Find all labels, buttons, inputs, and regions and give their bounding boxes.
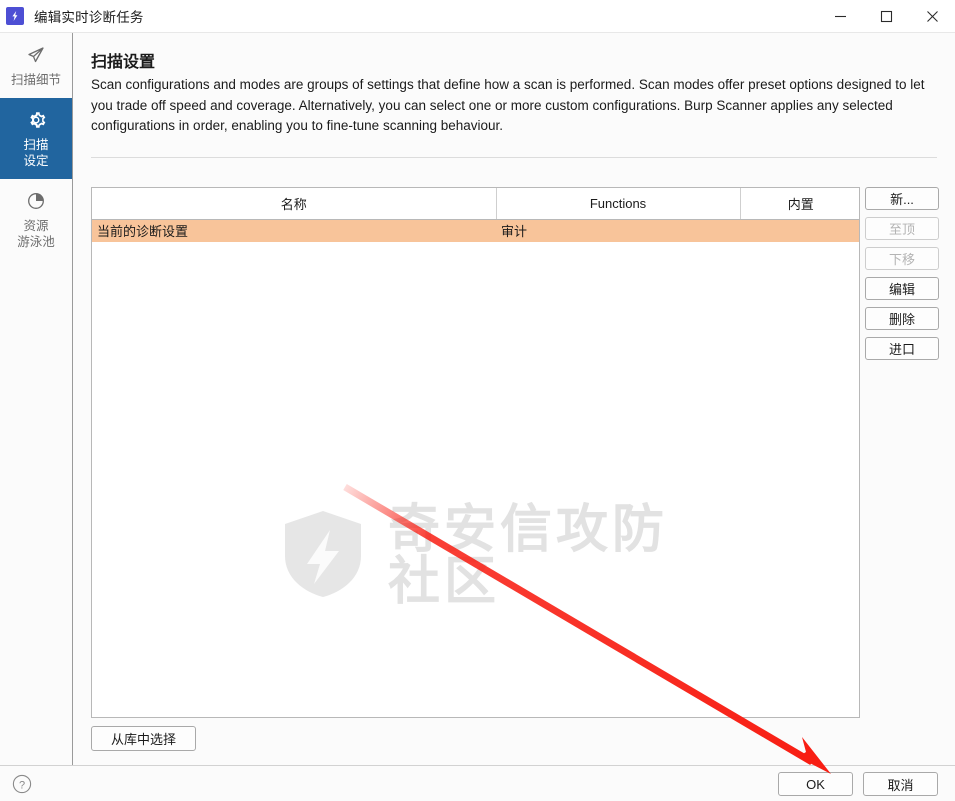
new-button[interactable]: 新... [865, 187, 939, 210]
move-to-top-button: 至顶 [865, 217, 939, 240]
sidebar-item-label: 资源 游泳池 [17, 219, 55, 249]
column-header-functions[interactable]: Functions [496, 188, 741, 220]
window-title: 编辑实时诊断任务 [34, 10, 144, 25]
ok-button[interactable]: OK [778, 772, 853, 796]
watermark: 奇安信攻防社区 [280, 504, 700, 608]
move-down-button: 下移 [865, 247, 939, 270]
gear-icon [25, 107, 47, 133]
cell-builtin [740, 219, 859, 242]
edit-live-scan-task-dialog: 编辑实时诊断任务 扫描细节 扫描 设定 资源 游泳池 扫描设置 Scan con… [0, 0, 955, 801]
question-mark-icon[interactable]: ? [12, 774, 32, 794]
maximize-icon[interactable] [863, 0, 909, 33]
title-bar: 编辑实时诊断任务 [0, 0, 955, 33]
close-icon[interactable] [909, 0, 955, 33]
sidebar: 扫描细节 扫描 设定 资源 游泳池 [0, 33, 73, 765]
sidebar-item-scan-settings[interactable]: 扫描 设定 [0, 98, 72, 179]
page-description: Scan configurations and modes are groups… [91, 77, 925, 133]
page-title: 扫描设置 [91, 54, 156, 71]
sidebar-item-scan-details[interactable]: 扫描细节 [0, 33, 72, 98]
cancel-button[interactable]: 取消 [863, 772, 938, 796]
window-controls [817, 0, 955, 33]
sidebar-item-resource-pool[interactable]: 资源 游泳池 [0, 179, 72, 260]
watermark-text: 奇安信攻防社区 [388, 501, 669, 611]
delete-button[interactable]: 删除 [865, 307, 939, 330]
minimize-icon[interactable] [817, 0, 863, 33]
lightning-bolt-icon [6, 7, 24, 25]
pie-chart-icon [25, 188, 47, 214]
scan-details-icon [25, 42, 47, 68]
main-content: 扫描设置 Scan configurations and modes are g… [74, 33, 955, 765]
svg-text:?: ? [19, 779, 25, 791]
table-action-buttons: 新... 至顶 下移 编辑 删除 进口 [865, 187, 939, 360]
table-header-row: 名称 Functions 内置 [92, 188, 859, 220]
column-header-builtin[interactable]: 内置 [740, 188, 859, 220]
shield-bolt-icon [280, 508, 366, 605]
edit-button[interactable]: 编辑 [865, 277, 939, 300]
table-row[interactable]: 当前的诊断设置 审计 [92, 219, 859, 242]
select-from-library-button[interactable]: 从库中选择 [91, 726, 196, 751]
sidebar-item-label: 扫描 设定 [23, 138, 49, 168]
footer-bar: ? OK 取消 [0, 766, 955, 801]
import-button[interactable]: 进口 [865, 337, 939, 360]
cell-name: 当前的诊断设置 [92, 219, 496, 242]
dialog-buttons: OK 取消 [778, 772, 938, 796]
sidebar-item-label: 扫描细节 [10, 73, 61, 87]
column-header-name[interactable]: 名称 [92, 188, 497, 220]
cell-functions: 审计 [496, 219, 740, 242]
section-divider [91, 157, 937, 158]
scan-configurations-table[interactable]: 名称 Functions 内置 当前的诊断设置 审计 奇安信攻防社区 [91, 187, 860, 718]
